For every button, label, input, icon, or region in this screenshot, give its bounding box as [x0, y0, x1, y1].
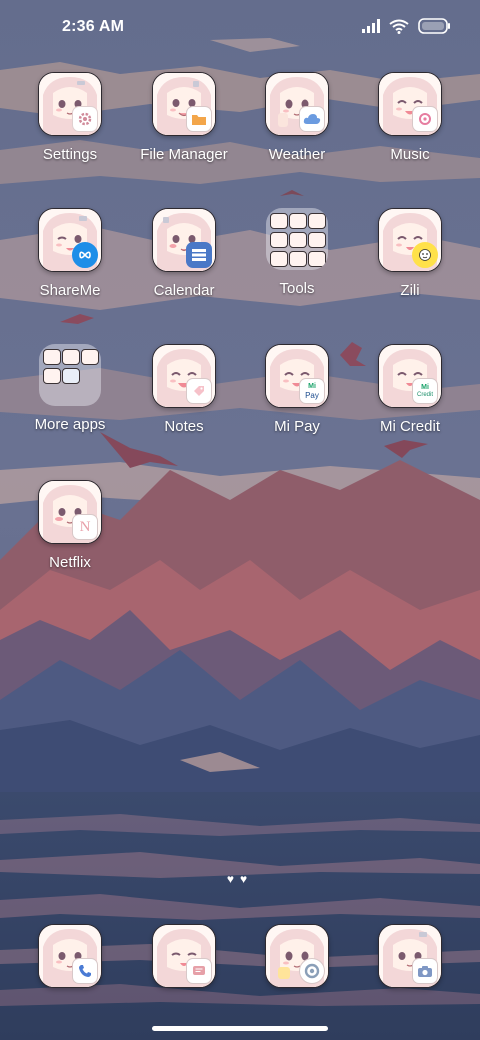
mi-logo-text: Mi	[421, 383, 429, 391]
cloud-icon	[299, 106, 325, 132]
shareme-app-icon	[38, 208, 102, 272]
app-settings[interactable]: Settings	[10, 72, 130, 163]
mini-app-icon	[289, 232, 307, 248]
camera-icon	[412, 958, 438, 984]
app-label: Calendar	[153, 282, 215, 299]
app-file-manager[interactable]: File Manager	[124, 72, 244, 163]
credit-badge-text: Credit	[416, 391, 433, 398]
mini-app-icon	[43, 349, 61, 365]
app-label: Mi Pay	[274, 418, 320, 435]
page-indicator: ♥♥	[226, 872, 254, 886]
app-label: Mi Credit	[379, 418, 440, 435]
zili-app-icon	[378, 208, 442, 272]
music-icon	[412, 106, 438, 132]
browser-app-icon	[265, 924, 329, 988]
folder-more-apps[interactable]: More apps	[10, 344, 130, 433]
browser-icon	[299, 958, 325, 984]
dock-app-camera[interactable]	[350, 924, 470, 988]
gear-icon	[72, 106, 98, 132]
notes-app-icon	[152, 344, 216, 408]
mini-app-icon	[43, 368, 61, 384]
messages-app-icon	[152, 924, 216, 988]
phone-icon	[72, 958, 98, 984]
app-label: Zili	[400, 282, 420, 299]
pay-badge-text: Pay	[305, 390, 319, 400]
netflix-app-icon: N	[38, 480, 102, 544]
mi-pay-app-icon: Mi Pay	[265, 344, 329, 408]
app-label: Music	[390, 146, 430, 163]
app-label: Settings	[42, 146, 98, 163]
tag-icon	[186, 378, 212, 404]
app-netflix[interactable]: N Netflix	[10, 480, 130, 571]
music-app-icon	[378, 72, 442, 136]
app-label: Tools	[279, 280, 315, 297]
app-label: Netflix	[49, 554, 91, 571]
netflix-badge-text: N	[79, 518, 91, 535]
mini-app-icon	[308, 251, 326, 267]
mini-app-icon	[62, 368, 80, 384]
mini-app-icon	[289, 251, 307, 267]
app-shareme[interactable]: ShareMe	[10, 208, 130, 299]
app-notes[interactable]: Notes	[124, 344, 244, 435]
mini-app-icon	[81, 349, 99, 365]
settings-app-icon	[38, 72, 102, 136]
app-label: Notes	[164, 418, 204, 435]
mini-app-icon	[289, 213, 307, 229]
phone-app-icon	[38, 924, 102, 988]
message-icon	[186, 958, 212, 984]
calendar-icon	[186, 242, 212, 268]
app-label: More apps	[34, 416, 106, 433]
weather-app-icon	[265, 72, 329, 136]
netflix-logo: N	[72, 514, 98, 540]
mini-app-icon	[270, 251, 288, 267]
folder-grid-icon	[266, 208, 328, 270]
mini-app-icon	[270, 232, 288, 248]
dock	[0, 924, 480, 988]
app-mi-credit[interactable]: Mi Credit Mi Credit	[350, 344, 470, 435]
camera-app-icon	[378, 924, 442, 988]
app-label: ShareMe	[39, 282, 101, 299]
app-music[interactable]: Music	[350, 72, 470, 163]
mini-app-icon	[62, 349, 80, 365]
calendar-app-icon	[152, 208, 216, 272]
app-zili[interactable]: Zili	[350, 208, 470, 299]
infinity-icon	[72, 242, 98, 268]
mi-logo-text: Mi	[308, 382, 316, 390]
mi-pay-logo: Mi Pay	[299, 378, 325, 404]
mi-credit-app-icon: Mi Credit	[378, 344, 442, 408]
home-gesture-bar[interactable]	[152, 1026, 328, 1031]
zili-icon	[412, 242, 438, 268]
mini-app-icon	[308, 213, 326, 229]
home-screen: 2:36 AM Settings File Manager Weather Mu…	[0, 0, 480, 1040]
dock-app-messages[interactable]	[124, 924, 244, 988]
app-weather[interactable]: Weather	[237, 72, 357, 163]
mini-app-icon	[308, 232, 326, 248]
mini-app-icon	[270, 213, 288, 229]
dock-app-phone[interactable]	[10, 924, 130, 988]
file-manager-app-icon	[152, 72, 216, 136]
folder-tools[interactable]: Tools	[237, 208, 357, 297]
app-calendar[interactable]: Calendar	[124, 208, 244, 299]
folder-grid-icon	[39, 344, 101, 406]
dock-app-browser[interactable]	[237, 924, 357, 988]
app-mi-pay[interactable]: Mi Pay Mi Pay	[237, 344, 357, 435]
app-label: File Manager	[140, 146, 228, 163]
app-label: Weather	[268, 146, 326, 163]
mi-credit-logo: Mi Credit	[412, 378, 438, 404]
folder-icon	[186, 106, 212, 132]
